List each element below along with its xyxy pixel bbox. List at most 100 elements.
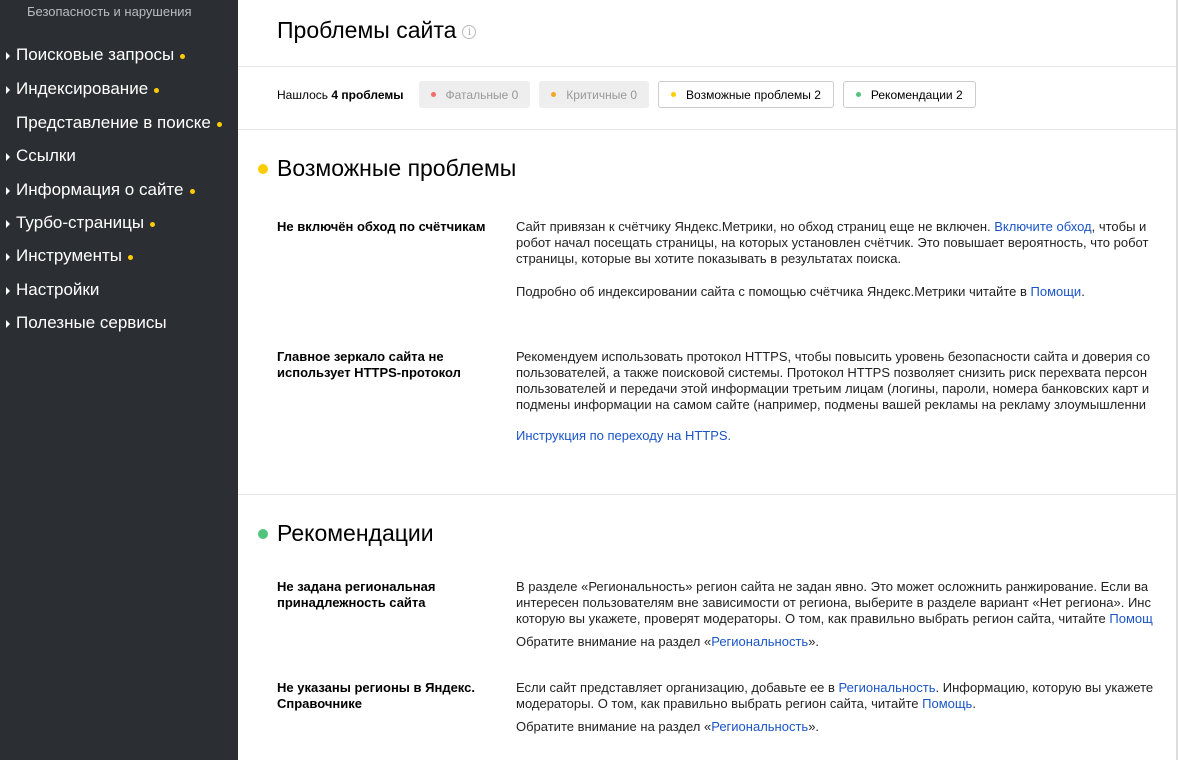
status-dot-icon [671,92,677,97]
enable-crawl-link[interactable]: Включите обход [994,219,1091,234]
notification-dot-icon [128,255,134,260]
caret-right-icon [6,186,10,195]
section-title-text: Рекомендации [277,520,434,546]
issue-title: Не включён обход по счётчикам [277,219,486,234]
main-content: Проблемы сайта i Нашлось 4 проблемы Фата… [238,0,1178,760]
sidebar-item-label: Ссылки [16,146,76,165]
caret-right-icon [6,319,10,328]
caret-right-icon [6,85,10,94]
sidebar-item[interactable]: Настройки [6,280,99,300]
page-title: Проблемы сайта i [277,17,477,44]
sidebar-item-label: Настройки [16,280,100,299]
text: . [972,696,976,711]
caret-right-icon [6,219,10,228]
sidebar-item-label: Инструменты [16,246,123,265]
section-title-recommendations: Рекомендации [258,520,434,547]
sidebar-item[interactable]: Информация о сайте [6,180,195,200]
section-title-possible: Возможные проблемы [258,155,516,182]
sidebar-item-label: Поисковые запросы [16,45,175,64]
issue-description: Если сайт представляет организацию, доба… [516,680,1178,735]
section-title-text: Возможные проблемы [277,155,517,181]
help-link[interactable]: Помощ [1109,611,1152,626]
found-count-text: Нашлось 4 проблемы [277,88,404,102]
help-link[interactable]: Помощи [1031,284,1082,299]
filter-chip-label: Фатальные 0 [445,87,519,102]
issue-description: В разделе «Региональность» регион сайта … [516,579,1178,650]
status-dot-icon [430,92,436,97]
text: модераторы. О том, как правильно выбрать… [516,696,923,711]
found-count: 4 проблемы [331,87,404,102]
caret-right-icon [6,51,10,60]
sidebar-item[interactable]: Индексирование [6,79,160,99]
yellow-dot-icon [258,163,268,174]
issue-title: Главное зеркало сайта не использует HTTP… [277,349,461,380]
text: В разделе «Региональность» регион сайта … [516,579,1149,594]
sidebar-item[interactable]: Представление в поиске [6,113,222,133]
sidebar-item[interactable]: Турбо-страницы [6,213,156,233]
sidebar-item-label: Информация о сайте [16,180,184,199]
regionality-link[interactable]: Региональность [711,634,808,649]
sidebar-item[interactable]: Ссылки [6,146,76,166]
notification-dot-icon [150,222,156,227]
filter-bar: Нашлось 4 проблемы Фатальные 0 Критичные … [277,81,985,108]
filter-chip[interactable]: Фатальные 0 [418,81,531,108]
text: пользователей, а также поисковой системы… [516,365,1148,380]
issue-title: Не задана региональная принадлежность са… [277,579,436,610]
notification-dot-icon [154,88,160,93]
status-dot-icon [855,92,861,97]
text: которую вы укажете, проверят модераторы.… [516,611,1110,626]
text: Рекомендуем использовать протокол HTTPS,… [516,349,1151,364]
filter-chip-label: Возможные проблемы 2 [686,87,821,102]
sidebar-item-label: Представление в поиске [16,113,211,132]
text: Если сайт представляет организацию, доба… [516,680,839,695]
sidebar-item-label: Индексирование [16,79,149,98]
found-prefix: Нашлось [277,87,329,102]
notification-dot-icon [180,54,186,59]
issue-title: Не указаны регионы в Яндекс. Справочнике [277,680,475,711]
text: интересен пользователям вне зависимости … [516,595,1151,610]
caret-right-icon [6,152,10,161]
text: ». [808,719,820,734]
sidebar-item[interactable]: Полезные сервисы [6,313,167,333]
page-title-text: Проблемы сайта [277,17,457,43]
filter-chip-label: Критичные 0 [566,87,638,102]
text: Подробно об индексировании сайта с помощ… [516,284,1031,299]
text: робот начал посещать страницы, на которы… [516,235,1149,250]
text: подмены информации на самом сайте (напри… [516,397,1147,412]
caret-right-icon [6,286,10,295]
regionality-link[interactable]: Региональность [839,680,936,695]
filter-chip[interactable]: Критичные 0 [539,81,650,108]
filter-chip[interactable]: Возможные проблемы 2 [658,81,834,108]
caret-right-icon [6,252,10,261]
text: , чтобы и [1091,219,1147,234]
sidebar-item-label: Турбо-страницы [16,213,145,232]
filter-chip[interactable]: Рекомендации 2 [842,81,976,108]
green-dot-icon [258,528,268,539]
text: . [1081,284,1085,299]
issue-description: Рекомендуем использовать протокол HTTPS,… [516,349,1178,444]
sidebar-item[interactable]: Поисковые запросы [6,45,186,65]
sidebar-item-label: Полезные сервисы [16,313,167,332]
text: ». [808,634,820,649]
text: пользователей и передачи этой информации… [516,381,1150,396]
notification-dot-icon [189,189,195,194]
help-link[interactable]: Помощь [922,696,972,711]
status-dot-icon [551,92,557,97]
text: Обратите внимание на раздел « [516,634,712,649]
issue-description: Сайт привязан к счётчику Яндекс.Метрики,… [516,219,1178,300]
divider [238,129,1176,130]
sidebar-item[interactable]: Инструменты [6,246,134,266]
info-icon[interactable]: i [462,25,477,39]
filter-chip-label: Рекомендации 2 [870,87,963,102]
https-instruction-link[interactable]: Инструкция по переходу на HTTPS. [516,428,1178,444]
text: . Информацию, которую вы укажете [935,680,1154,695]
sidebar-item-security[interactable]: Безопасность и нарушения [27,4,192,19]
divider [238,66,1176,67]
regionality-link[interactable]: Региональность [711,719,808,734]
sidebar: Безопасность и нарушения Поисковые запро… [0,0,238,760]
text: Обратите внимание на раздел « [516,719,712,734]
text: страницы, которые вы хотите показывать в… [516,251,902,266]
divider [238,494,1176,495]
text: Сайт привязан к счётчику Яндекс.Метрики,… [516,219,995,234]
notification-dot-icon [216,122,222,127]
